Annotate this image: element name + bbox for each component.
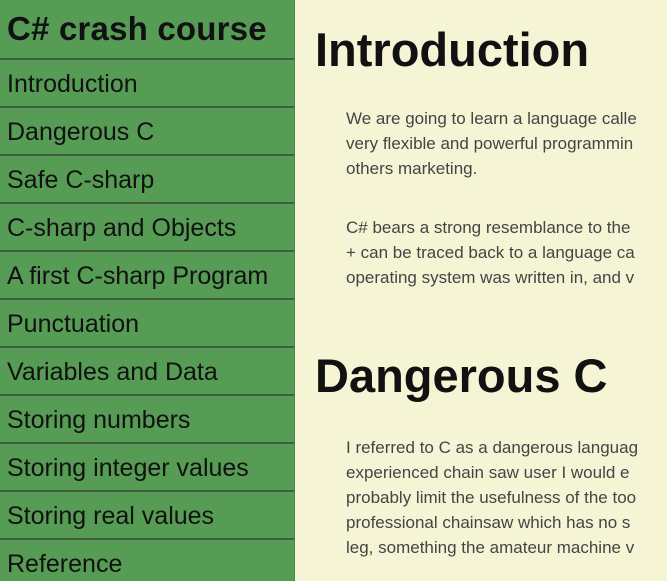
sidebar-title: C# crash course	[0, 0, 294, 60]
sidebar-item-punctuation[interactable]: Punctuation	[0, 300, 294, 348]
sidebar-item-storing-integer-values[interactable]: Storing integer values	[0, 444, 294, 492]
paragraph: We are going to learn a language calle v…	[346, 106, 667, 181]
paragraph-line: leg, something the amateur machine v	[346, 538, 635, 557]
sidebar-item-storing-numbers[interactable]: Storing numbers	[0, 396, 294, 444]
paragraph-line: C# bears a strong resemblance to the	[346, 218, 631, 237]
paragraph-line: probably limit the usefulness of the too	[346, 488, 637, 507]
sidebar-item-introduction[interactable]: Introduction	[0, 60, 294, 108]
sidebar-nav: Introduction Dangerous C Safe C-sharp C-…	[0, 60, 294, 581]
section-heading-introduction: Introduction	[315, 23, 590, 76]
section-heading-dangerous-c: Dangerous C	[315, 349, 608, 402]
paragraph-line: + can be traced back to a language ca	[346, 243, 635, 262]
paragraph-line: very flexible and powerful programmin	[346, 134, 634, 153]
paragraph-line: professional chainsaw which has no s	[346, 513, 631, 532]
sidebar-item-safe-c-sharp[interactable]: Safe C-sharp	[0, 156, 294, 204]
main-content: Introduction We are going to learn a lan…	[294, 0, 667, 581]
paragraph: C# bears a strong resemblance to the + c…	[346, 215, 667, 290]
sidebar-item-c-sharp-and-objects[interactable]: C-sharp and Objects	[0, 204, 294, 252]
sidebar-item-variables-and-data[interactable]: Variables and Data	[0, 348, 294, 396]
sidebar: C# crash course Introduction Dangerous C…	[0, 0, 295, 581]
paragraph-line: We are going to learn a language calle	[346, 109, 637, 128]
sidebar-item-reference[interactable]: Reference	[0, 540, 294, 581]
paragraph-line: I referred to C as a dangerous languag	[346, 438, 639, 457]
sidebar-item-dangerous-c[interactable]: Dangerous C	[0, 108, 294, 156]
paragraph: I referred to C as a dangerous languag e…	[346, 435, 667, 560]
paragraph-line: experienced chain saw user I would e	[346, 463, 630, 482]
paragraph-line: operating system was written in, and v	[346, 268, 635, 287]
sidebar-item-storing-real-values[interactable]: Storing real values	[0, 492, 294, 540]
sidebar-item-first-program[interactable]: A first C-sharp Program	[0, 252, 294, 300]
paragraph-line: others marketing.	[346, 159, 478, 178]
